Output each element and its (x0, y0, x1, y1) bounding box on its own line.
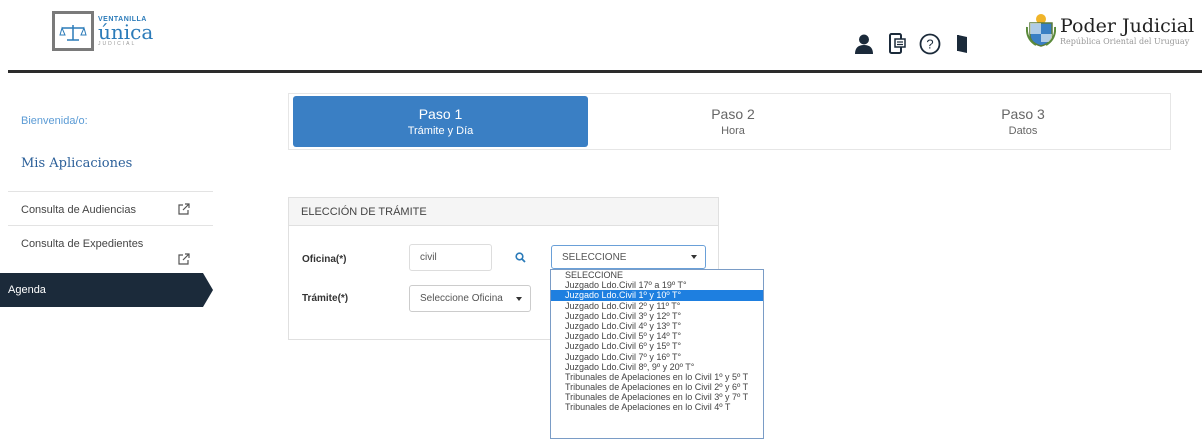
ventanilla-unica-logo[interactable]: VENTANILLA única JUDICIAL (52, 10, 166, 52)
wizard-steps: Paso 1 Trámite y Día Paso 2 Hora Paso 3 … (288, 93, 1171, 150)
header-divider (8, 70, 1202, 73)
scales-icon (59, 25, 87, 41)
poder-judicial-logo[interactable]: Poder Judicial República Oriental del Ur… (1026, 10, 1202, 50)
dropdown-option[interactable]: Juzgado Ldo.Civil 2º y 11º T° (551, 301, 763, 311)
step-2[interactable]: Paso 2 Hora (588, 96, 878, 147)
sidebar-item-agenda[interactable]: Agenda (0, 273, 213, 307)
tramite-select-value: Seleccione Oficina (420, 293, 503, 304)
dropdown-option[interactable]: Juzgado Ldo.Civil 7º y 16º T° (551, 352, 763, 362)
dropdown-option[interactable]: SELECCIONE (551, 270, 763, 280)
chevron-down-icon (516, 297, 522, 301)
search-icon[interactable] (515, 252, 526, 263)
step-1[interactable]: Paso 1 Trámite y Día (293, 96, 588, 147)
dropdown-option[interactable]: Juzgado Ldo.Civil 17º a 19º T° (551, 280, 763, 290)
step-3[interactable]: Paso 3 Datos (878, 96, 1168, 147)
step-subtitle: Hora (721, 125, 745, 137)
user-icon[interactable] (853, 33, 875, 55)
dropdown-option[interactable]: Juzgado Ldo.Civil 1º y 10º T° (551, 290, 763, 301)
tramite-select[interactable]: Seleccione Oficina (409, 285, 531, 312)
logo-text: VENTANILLA única JUDICIAL (98, 16, 153, 47)
panel-title: ELECCIÓN DE TRÁMITE (289, 198, 718, 226)
dropdown-option[interactable]: Tribunales de Apelaciones en lo Civil 2º… (551, 382, 763, 392)
coat-of-arms-icon (1026, 14, 1056, 47)
svg-text:?: ? (926, 37, 933, 52)
header-icons: ? (853, 33, 985, 55)
tramite-label: Trámite(*) (302, 293, 349, 304)
logo-main-text: única (98, 19, 154, 44)
dropdown-option[interactable]: Juzgado Ldo.Civil 6º y 15º T° (551, 341, 763, 351)
dropdown-option[interactable]: Tribunales de Apelaciones en lo Civil 3º… (551, 392, 763, 402)
oficina-dropdown-list[interactable]: SELECCIONE Juzgado Ldo.Civil 17º a 19º T°… (550, 269, 764, 439)
header: VENTANILLA única JUDICIAL ? Poder Judici… (0, 0, 1202, 73)
oficina-select-value: SELECCIONE (562, 251, 627, 263)
dropdown-option[interactable]: Juzgado Ldo.Civil 4º y 13º T° (551, 321, 763, 331)
step-title: Paso 2 (711, 106, 755, 122)
sidebar-item-consulta-expedientes[interactable]: Consulta de Expedientes (21, 238, 143, 250)
step-subtitle: Datos (1008, 125, 1038, 137)
org-title: Poder Judicial (1060, 14, 1195, 37)
dropdown-option[interactable]: Juzgado Ldo.Civil 3º y 12º T° (551, 311, 763, 321)
mobile-icon[interactable] (886, 33, 908, 55)
external-link-icon[interactable] (178, 253, 190, 265)
org-subtitle: República Oriental del Uruguay (1060, 36, 1190, 46)
dropdown-option[interactable]: Tribunales de Apelaciones en lo Civil 1º… (551, 372, 763, 382)
step-title: Paso 3 (1001, 106, 1045, 122)
logo-sub-text: JUDICIAL (98, 40, 137, 47)
oficina-search-input[interactable]: civil (409, 244, 492, 271)
sidebar-item-consulta-audiencias[interactable]: Consulta de Audiencias (21, 204, 136, 216)
step-title: Paso 1 (418, 106, 463, 122)
help-icon[interactable]: ? (919, 33, 941, 55)
external-link-icon[interactable] (178, 203, 190, 215)
oficina-select[interactable]: SELECCIONE (551, 245, 706, 269)
logo-frame (52, 11, 94, 51)
oficina-label: Oficina(*) (302, 254, 347, 265)
sidebar-item-label: Agenda (8, 284, 46, 296)
dropdown-option[interactable]: Juzgado Ldo.Civil 5º y 14º T° (551, 331, 763, 341)
welcome-text: Bienvenida/o: (21, 115, 88, 127)
door-exit-icon[interactable] (952, 33, 974, 55)
step-subtitle: Trámite y Día (407, 125, 474, 137)
my-apps-heading: Mis Aplicaciones (21, 156, 133, 171)
sidebar-divider (8, 225, 213, 226)
poder-judicial-text: Poder Judicial República Oriental del Ur… (1060, 15, 1194, 46)
sidebar-divider (8, 191, 213, 192)
dropdown-option[interactable]: Tribunales de Apelaciones en lo Civil 4º… (551, 402, 763, 412)
chevron-down-icon (691, 255, 697, 259)
dropdown-option[interactable]: Juzgado Ldo.Civil 8º, 9º y 20º T° (551, 362, 763, 372)
